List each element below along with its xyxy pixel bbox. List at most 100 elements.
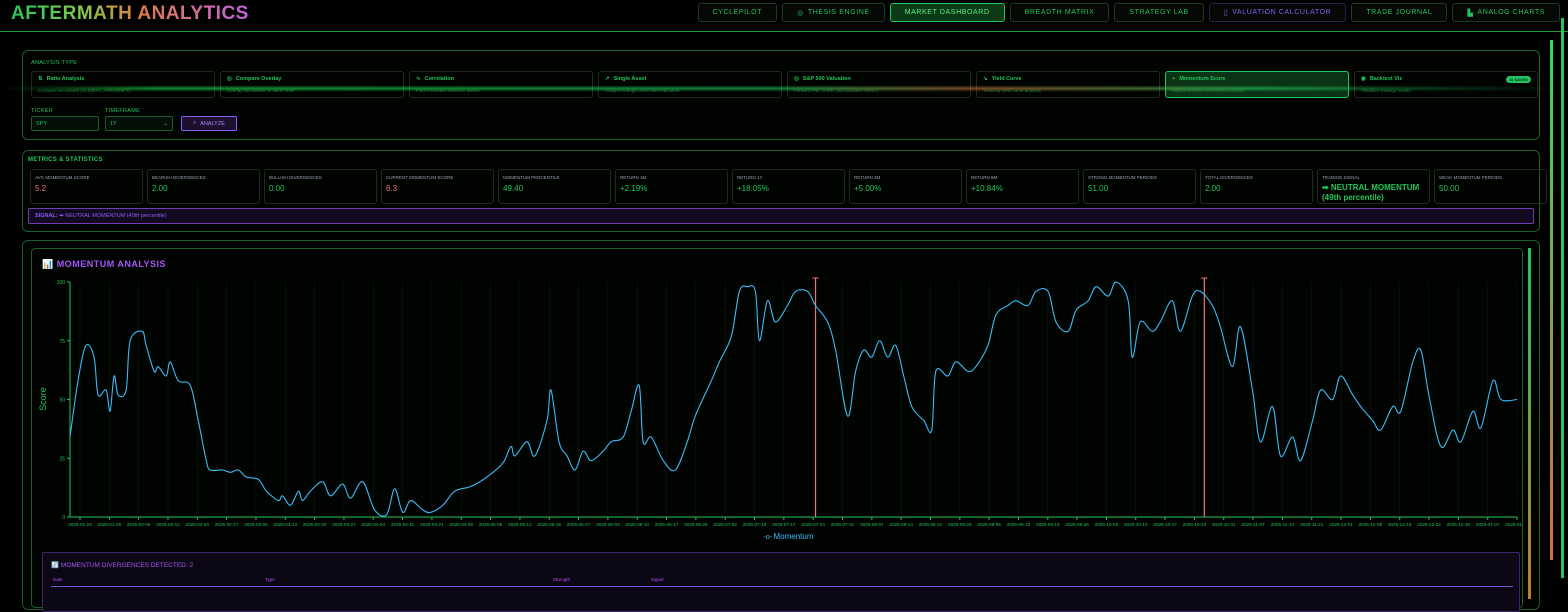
nav-analog-charts[interactable]: ▙ ANALOG CHARTS <box>1452 3 1560 22</box>
nav-trade-journal[interactable]: TRADE JOURNAL <box>1351 3 1448 22</box>
card-title: Correlation <box>424 76 454 82</box>
x-tick-label: 2025-10-17 <box>1153 522 1177 527</box>
valuation-icon: ◎ <box>794 76 799 82</box>
ratio-icon: ⇅ <box>38 76 43 82</box>
x-tick-label: 2025-01-22 <box>68 522 92 527</box>
y-tick-label: 25 <box>59 456 65 462</box>
timeframe-label: TIMEFRAME <box>105 108 141 114</box>
analysis-card-compare-overlay[interactable]: ◎ Compare Overlay Overlay two assets on sa… <box>220 71 404 98</box>
x-tick-label: 2025-07-24 <box>801 522 825 527</box>
metric-value: 49.40 <box>503 184 524 193</box>
x-tick-label: 2025-07-31 <box>831 522 855 527</box>
x-tick-label: 2026-01-07 <box>1476 522 1500 527</box>
x-tick-label: 2025-02-27 <box>215 522 239 527</box>
header: AFTERMATH ANALYTICS CYCLEPILOT ◎ THESIS EN… <box>0 0 1568 32</box>
x-tick-label: 2025-08-14 <box>889 522 913 527</box>
x-tick-label: 2025-05-05 <box>479 522 503 527</box>
x-tick-label: 2025-04-21 <box>420 522 444 527</box>
ticker-label: TICKER <box>31 108 53 114</box>
x-tick-label: 2025-10-10 <box>1124 522 1148 527</box>
metric-label: TOTAL DIVERGENCES <box>1205 175 1253 180</box>
top-nav: CYCLEPILOT ◎ THESIS ENGINE MARKET DASHBOARD… <box>697 3 1560 22</box>
analyze-button[interactable]: ⌕ ANALYZE <box>181 116 237 131</box>
analysis-type-label: ANALYSIS TYPE <box>31 60 78 66</box>
analysis-card-momentum-score[interactable]: ⌁ Momentum Score Multi-timeframe momentum … <box>1165 71 1349 98</box>
analysis-card-backtest-viz[interactable]: ◉ Backtest Viz Visualize strategy results 1… <box>1354 71 1538 98</box>
saved-badge: 10 SAVED <box>1505 76 1531 83</box>
metric-label: TRADING SIGNAL <box>1322 175 1361 180</box>
momentum-line <box>69 281 1518 517</box>
timeframe-select[interactable]: 1Y ⌄ <box>105 116 173 131</box>
nav-valuation-calculator[interactable]: ▯ VALUATION CALCULATOR <box>1208 3 1347 22</box>
analysis-card-yield-curve[interactable]: ↘ Yield Curve Treasury yield curve analysi… <box>976 71 1160 98</box>
divergences-title: 🔄 MOMENTUM DIVERGENCES DETECTED: 2 <box>51 562 194 569</box>
card-header: ⇅ Ratio Analysis <box>38 76 208 82</box>
metric-value: 5.2 <box>35 184 47 193</box>
metric-card: RETURN 3M +5.00% <box>849 169 962 204</box>
x-tick-label: 2025-04-04 <box>362 522 386 527</box>
metric-value: +10.84% <box>971 184 1003 193</box>
timeframe-value: 1Y <box>110 121 117 127</box>
analyze-label: ANALYZE <box>200 120 225 127</box>
card-title: Single Asset <box>613 76 647 82</box>
x-tick-label: 2025-05-27 <box>567 522 591 527</box>
x-tick-label: 2025-01-29 <box>98 522 122 527</box>
card-header: ↘ Yield Curve <box>983 76 1153 82</box>
metric-card: TOTAL DIVERGENCES 2.00 <box>1200 169 1313 204</box>
metric-card: RETURN 1Y +18.05% <box>732 169 845 204</box>
nav-label: TRADE JOURNAL <box>1366 9 1433 16</box>
card-title: Backtest Viz <box>1369 76 1403 82</box>
nav-strategy-lab[interactable]: STRATEGY LAB <box>1114 3 1204 22</box>
x-tick-label: 2025-08-21 <box>919 522 943 527</box>
pulse-icon: ∿ <box>416 76 421 82</box>
nav-market-dashboard[interactable]: MARKET DASHBOARD <box>889 3 1005 22</box>
analysis-panel: ANALYSIS TYPE ⇅ Ratio Analysis Compare two… <box>22 50 1540 140</box>
metric-label: WEAK MOMENTUM PERIODS <box>1439 175 1503 180</box>
table-header-divider <box>51 586 1513 587</box>
x-tick-label: 2025-12-01 <box>1329 522 1353 527</box>
metric-value: 0.00 <box>269 184 285 193</box>
x-tick-label: 2025-12-08 <box>1359 522 1383 527</box>
col-strength: Strength <box>553 577 571 582</box>
chart-panel: 📊 MOMENTUM ANALYSIS 0 25 50 75 100 Score 2025-… <box>22 240 1540 612</box>
metric-label: BEARISH DIVERGENCES <box>152 175 206 180</box>
page-scrollbar[interactable] <box>1561 18 1564 578</box>
ticker-input[interactable]: SPY <box>31 116 99 131</box>
card-header: ◎ S&P 500 Valuation <box>794 76 964 82</box>
metric-label: RETURN 6M <box>971 175 998 180</box>
analysis-card-ratio-analysis[interactable]: ⇅ Ratio Analysis Compare two assets (GLD/B… <box>31 71 215 98</box>
analysis-type-cards: ⇅ Ratio Analysis Compare two assets (GLD/B… <box>31 71 1538 98</box>
signal-banner: SIGNAL: ➡ NEUTRAL MOMENTUM (49th percent… <box>28 208 1534 224</box>
y-tick-label: 0 <box>62 515 65 521</box>
momentum-chart-card: 📊 MOMENTUM ANALYSIS 0 25 50 75 100 Score 2025-… <box>31 248 1524 612</box>
lightbulb-icon: ◎ <box>797 9 804 17</box>
nav-label: CYCLEPILOT <box>712 9 763 16</box>
content-scrollbar[interactable] <box>1550 40 1553 560</box>
nav-label: MARKET DASHBOARD <box>904 9 990 16</box>
metric-value: 2.00 <box>152 184 168 193</box>
y-tick-label: 50 <box>59 398 65 404</box>
analysis-card-s-p-500-valuation[interactable]: ◎ S&P 500 Valuation Forward P/E, CAPE, and… <box>787 71 971 98</box>
nav-label: STRATEGY LAB <box>1129 9 1189 16</box>
nav-label: BREADTH MATRIX <box>1024 9 1095 16</box>
y-tick-label: 75 <box>59 339 65 345</box>
chevron-down-icon: ⌄ <box>163 121 168 127</box>
nav-thesis-engine[interactable]: ◎ THESIS ENGINE <box>782 3 885 22</box>
analysis-card-correlation[interactable]: ∿ Correlation Find correlation between ass… <box>409 71 593 98</box>
nav-cyclepilot[interactable]: CYCLEPILOT <box>697 3 778 22</box>
analysis-card-single-asset[interactable]: ↗ Single Asset Analyze a single asset with… <box>598 71 782 98</box>
nav-breadth-matrix[interactable]: BREADTH MATRIX <box>1009 3 1110 22</box>
metrics-grid: AVG MOMENTUM SCORE 5.2 BEARISH DIVERGENCES… <box>30 169 1547 204</box>
x-tick-label: 2025-05-12 <box>508 522 532 527</box>
x-tick-label: 2025-11-21 <box>1300 522 1324 527</box>
y-tick-label: 100 <box>57 280 66 286</box>
col-type: Type <box>265 577 275 582</box>
legend-item-momentum[interactable]: Momentum <box>774 532 814 541</box>
card-header: ↗ Single Asset <box>605 76 775 82</box>
metric-card: BEARISH DIVERGENCES 2.00 <box>147 169 260 204</box>
chart-scrollbar[interactable] <box>1528 248 1531 599</box>
x-tick-label: 2025-03-13 <box>274 522 298 527</box>
overlay-icon: ◎ <box>227 76 232 82</box>
metric-value: 50.00 <box>1439 184 1460 193</box>
metric-value: +2.19% <box>620 184 648 193</box>
